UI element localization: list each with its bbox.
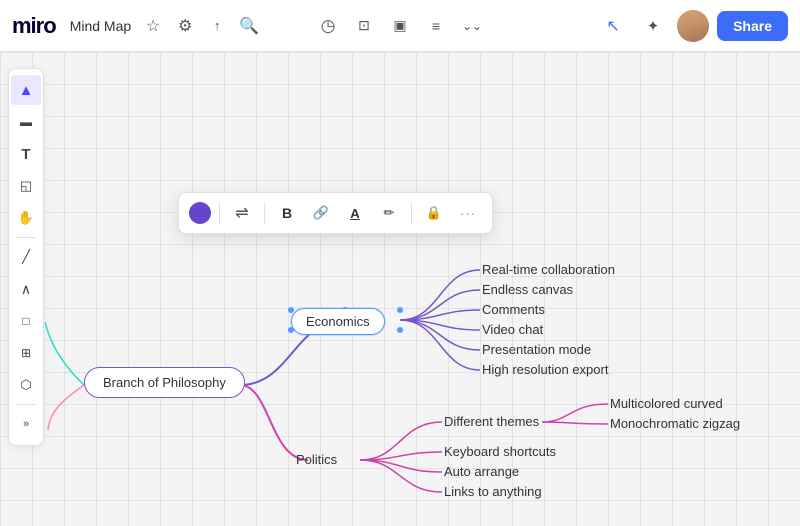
econ-child-5: Presentation mode: [482, 342, 591, 357]
canvas[interactable]: ▲ ▬ T ◱ ✋ ╱ ∧ □ ⊞ ⬡ » ⇌ B 🔗 A ✏ 🔒 ···: [0, 52, 800, 526]
econ-child-2: Endless canvas: [482, 282, 573, 297]
theme-child-1: Multicolored curved: [610, 396, 723, 411]
present-icon-button[interactable]: ▣: [384, 10, 416, 42]
top-bar: miro Mind Map ☆ ⚙ ↑ 🔍 ◷ ⊡ ▣ ≡ ⌄⌄ ↖ ✦ Sha…: [0, 0, 800, 52]
pol-child-4: Links to anything: [444, 484, 542, 499]
star-button[interactable]: ☆: [137, 10, 169, 42]
fmt-divider-1: [219, 202, 220, 224]
econ-child-6: High resolution export: [482, 362, 608, 377]
top-right-toolbar: ↖ ✦ Share: [597, 10, 788, 42]
more-button[interactable]: ···: [454, 199, 482, 227]
settings-button[interactable]: ⚙: [169, 10, 201, 42]
pol-child-2: Keyboard shortcuts: [444, 444, 556, 459]
economics-node-label: Economics: [306, 314, 370, 329]
root-node[interactable]: Branch of Philosophy: [84, 367, 245, 398]
frame-tool[interactable]: ▬: [11, 107, 41, 137]
link-button[interactable]: 🔗: [307, 199, 335, 227]
lock-button[interactable]: 🔒: [420, 199, 448, 227]
connector-tool[interactable]: ∧: [11, 274, 41, 304]
fmt-divider-3: [411, 202, 412, 224]
timer-icon-button[interactable]: ◷: [312, 10, 344, 42]
app-logo: miro: [12, 13, 56, 39]
avatar[interactable]: [677, 10, 709, 42]
root-node-label: Branch of Philosophy: [103, 375, 226, 390]
search-button[interactable]: 🔍: [233, 10, 265, 42]
diagram-tool[interactable]: ⬡: [11, 370, 41, 400]
sidebar-divider-1: [16, 237, 36, 238]
text-tool[interactable]: T: [11, 139, 41, 169]
shape-tool[interactable]: □: [11, 306, 41, 336]
econ-child-3: Comments: [482, 302, 545, 317]
econ-child-4: Video chat: [482, 322, 543, 337]
pol-child-1: Different themes: [444, 414, 539, 429]
economics-node[interactable]: Economics: [291, 308, 385, 335]
sidebar-divider-2: [16, 404, 36, 405]
table-tool[interactable]: ⊞: [11, 338, 41, 368]
upload-button[interactable]: ↑: [201, 10, 233, 42]
format-toolbar: ⇌ B 🔗 A ✏ 🔒 ···: [178, 192, 493, 234]
cursor-icon-button[interactable]: ✦: [637, 10, 669, 42]
align-button[interactable]: ⇌: [228, 199, 256, 227]
select-tool[interactable]: ▲: [11, 75, 41, 105]
mindmap-svg: [0, 52, 800, 526]
frame-icon-button[interactable]: ⊡: [348, 10, 380, 42]
color-picker[interactable]: [189, 202, 211, 224]
pointer-tool-button[interactable]: ↖: [597, 10, 629, 42]
pen-button[interactable]: ✏: [375, 199, 403, 227]
menu-icon-button[interactable]: ≡: [420, 10, 452, 42]
pen-tool[interactable]: ╱: [11, 242, 41, 272]
share-button[interactable]: Share: [717, 11, 788, 41]
note-tool[interactable]: ◱: [11, 171, 41, 201]
document-title: Mind Map: [70, 18, 131, 34]
pol-child-3: Auto arrange: [444, 464, 519, 479]
hand-tool[interactable]: ✋: [11, 203, 41, 233]
left-sidebar: ▲ ▬ T ◱ ✋ ╱ ∧ □ ⊞ ⬡ »: [8, 68, 44, 446]
bold-button[interactable]: B: [273, 199, 301, 227]
avatar-image: [677, 10, 709, 42]
theme-child-2: Monochromatic zigzag: [610, 416, 740, 431]
more-tools-button[interactable]: »: [11, 409, 41, 439]
text-color-button[interactable]: A: [341, 199, 369, 227]
econ-child-1: Real-time collaboration: [482, 262, 615, 277]
politics-node[interactable]: Politics: [296, 452, 337, 467]
expand-icon-button[interactable]: ⌄⌄: [456, 10, 488, 42]
fmt-divider-2: [264, 202, 265, 224]
top-center-toolbar: ◷ ⊡ ▣ ≡ ⌄⌄: [312, 10, 488, 42]
